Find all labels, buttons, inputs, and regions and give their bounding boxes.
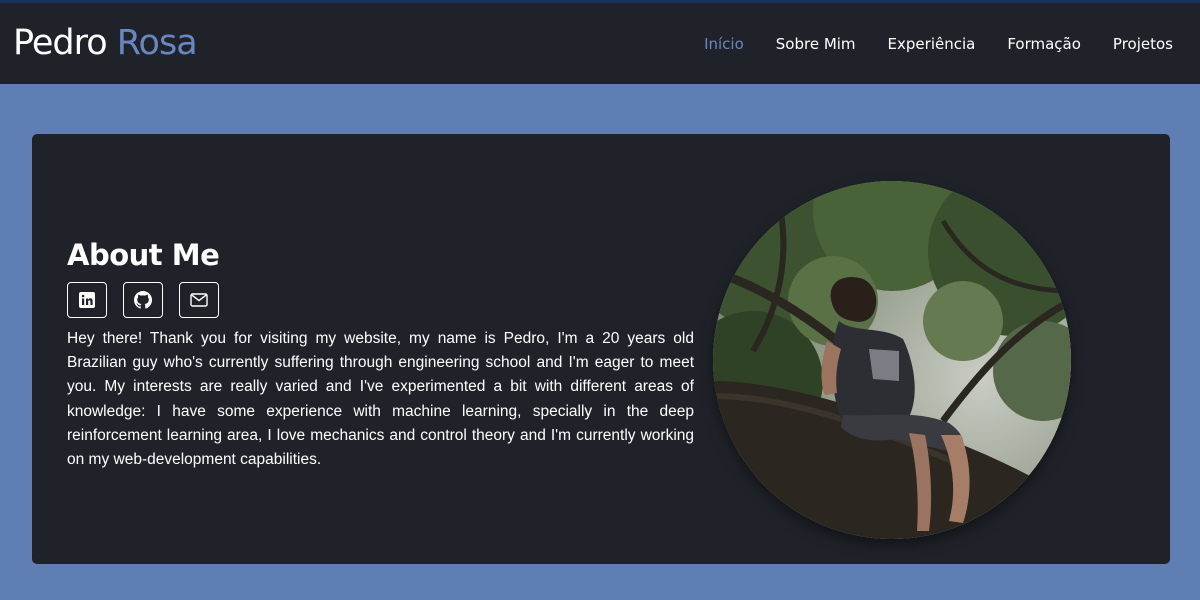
brand-last-name: Rosa — [116, 23, 198, 63]
nav-link-sobre-mim[interactable]: Sobre Mim — [776, 33, 856, 55]
github-icon — [134, 291, 152, 309]
nav-link-experiencia[interactable]: Experiência — [888, 33, 976, 55]
mail-icon — [190, 293, 208, 307]
brand-first-name: Pedro — [13, 23, 108, 63]
linkedin-button[interactable] — [67, 282, 107, 318]
nav-menu: Início Sobre Mim Experiência Formação Pr… — [704, 33, 1173, 55]
about-title: About Me — [67, 238, 220, 272]
brand-logo[interactable]: Pedro Rosa — [13, 21, 198, 65]
about-bio: Hey there! Thank you for visiting my web… — [67, 330, 694, 469]
nav-link-inicio[interactable]: Início — [704, 33, 744, 55]
nav-link-formacao[interactable]: Formação — [1007, 33, 1081, 55]
email-button[interactable] — [179, 282, 219, 318]
github-button[interactable] — [123, 282, 163, 318]
profile-photo — [713, 181, 1071, 539]
social-links — [67, 282, 694, 318]
nav-link-projetos[interactable]: Projetos — [1113, 33, 1173, 55]
about-section: About Me Hey there! Thank you for visiti… — [67, 237, 694, 472]
linkedin-icon — [78, 291, 96, 309]
about-card: About Me Hey there! Thank you for visiti… — [32, 134, 1170, 564]
navbar: Pedro Rosa Início Sobre Mim Experiência … — [0, 3, 1200, 84]
